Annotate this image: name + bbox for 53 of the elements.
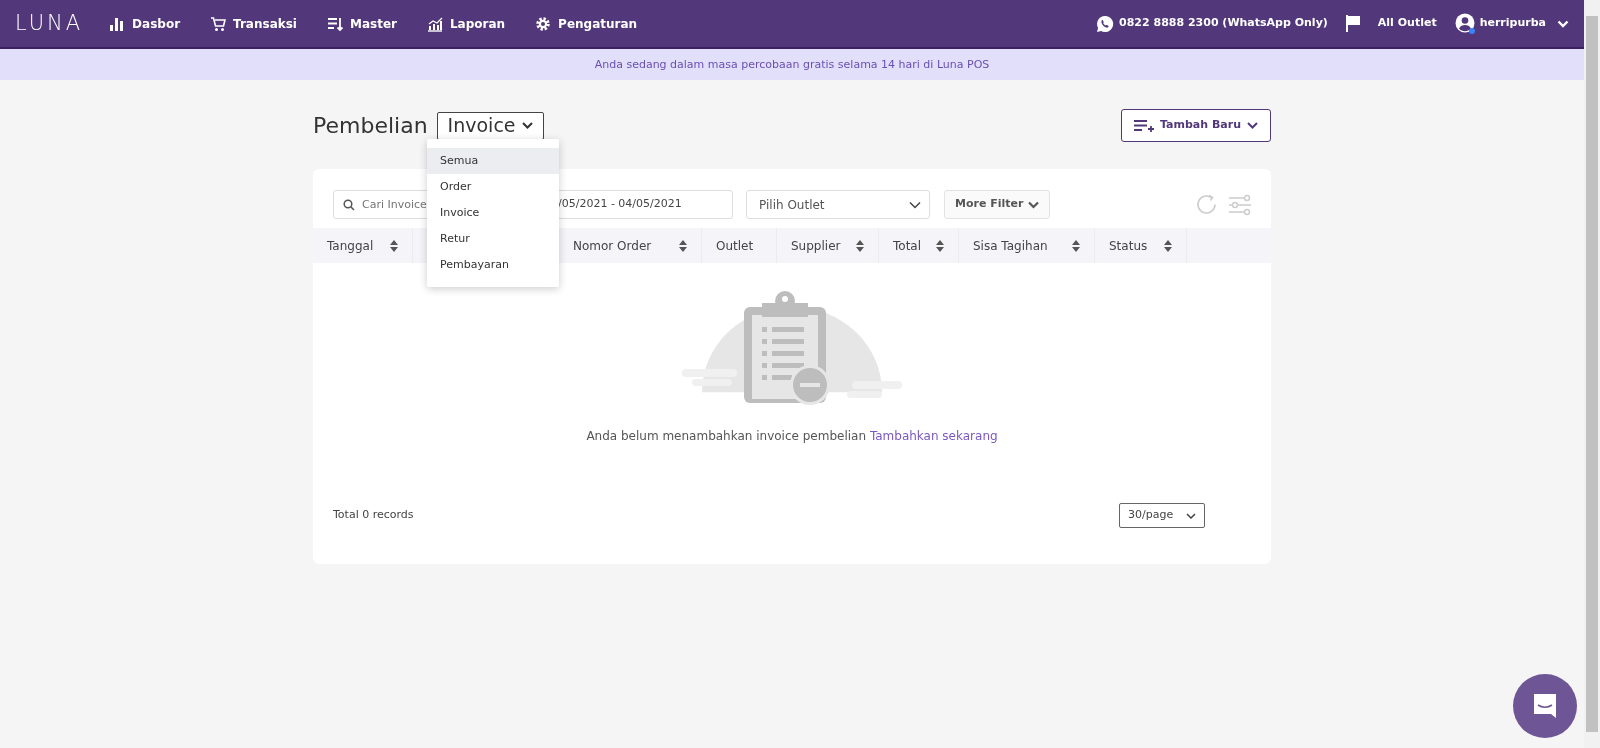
trial-banner-text: Anda sedang dalam masa percobaan gratis selama 14 hari di Luna POS [594, 58, 990, 71]
nav-link[interactable]: Dasbor [109, 14, 181, 33]
menu-item[interactable]: Retur [427, 226, 559, 252]
add-new-button[interactable]: Tambah Baru [1121, 109, 1271, 142]
sort-icon [936, 239, 944, 252]
column-header[interactable]: Status [1095, 228, 1187, 263]
settings-sliders-icon[interactable] [1229, 193, 1251, 216]
column-header[interactable]: Supplier [777, 228, 879, 263]
menu-item[interactable]: Semua [427, 148, 559, 174]
column-header: Outlet [702, 228, 777, 263]
nav-link[interactable]: Pengaturan [535, 14, 638, 33]
luna-logo[interactable]: LUNA [15, 7, 84, 40]
search-icon [343, 199, 355, 211]
outlet-selector[interactable]: All Outlet [1377, 15, 1437, 32]
phone-number: 0822 8888 2300 (WhatsApp Only) [1119, 15, 1328, 32]
type-dropdown-button[interactable]: Invoice [436, 111, 544, 140]
total-records: Total 0 records [333, 507, 414, 524]
chevron-down-icon [1186, 512, 1196, 519]
column-header[interactable]: Sisa Tagihan [959, 228, 1095, 263]
sort-list-icon [326, 15, 343, 32]
add-list-icon [1134, 118, 1154, 133]
scrollbar[interactable] [1584, 0, 1600, 748]
menu-item[interactable]: Pembayaran [427, 252, 559, 278]
add-now-link[interactable]: Tambahkan sekarang [869, 429, 998, 443]
outlet-select[interactable]: Pilih Outlet [746, 190, 930, 219]
sort-icon [679, 239, 687, 252]
column-header[interactable]: Total [879, 228, 959, 263]
chevron-down-icon [909, 200, 921, 209]
nav-link[interactable]: Transaksi [210, 14, 297, 33]
sort-icon [1072, 239, 1080, 252]
page-title: Pembelian [313, 112, 428, 140]
chevron-down-icon [521, 122, 533, 129]
flag-icon[interactable] [1345, 15, 1360, 32]
chevron-down-icon [1247, 122, 1258, 129]
column-header[interactable]: Tanggal [313, 228, 413, 263]
settings-icon [535, 15, 552, 32]
whatsapp-icon [1096, 14, 1115, 33]
more-filter-button[interactable]: More Filter [944, 190, 1051, 219]
page-size-select[interactable]: 30/page [1119, 503, 1205, 528]
sort-icon [856, 239, 864, 252]
report-chart-icon [426, 15, 443, 32]
chevron-down-icon[interactable] [1557, 19, 1569, 28]
username[interactable]: herripurba [1479, 15, 1546, 32]
column-header[interactable]: Nomor Order [559, 228, 702, 263]
sort-icon [1164, 239, 1172, 252]
user-avatar-icon [1454, 12, 1477, 35]
chevron-down-icon [1028, 200, 1040, 209]
bar-chart-icon [109, 15, 126, 32]
cart-icon [210, 15, 227, 32]
sort-icon [390, 239, 398, 252]
nav-link[interactable]: Master [326, 14, 397, 33]
empty-state-message: Anda belum menambahkan invoice pembelian [586, 429, 867, 443]
nav-link[interactable]: Laporan [426, 14, 506, 33]
